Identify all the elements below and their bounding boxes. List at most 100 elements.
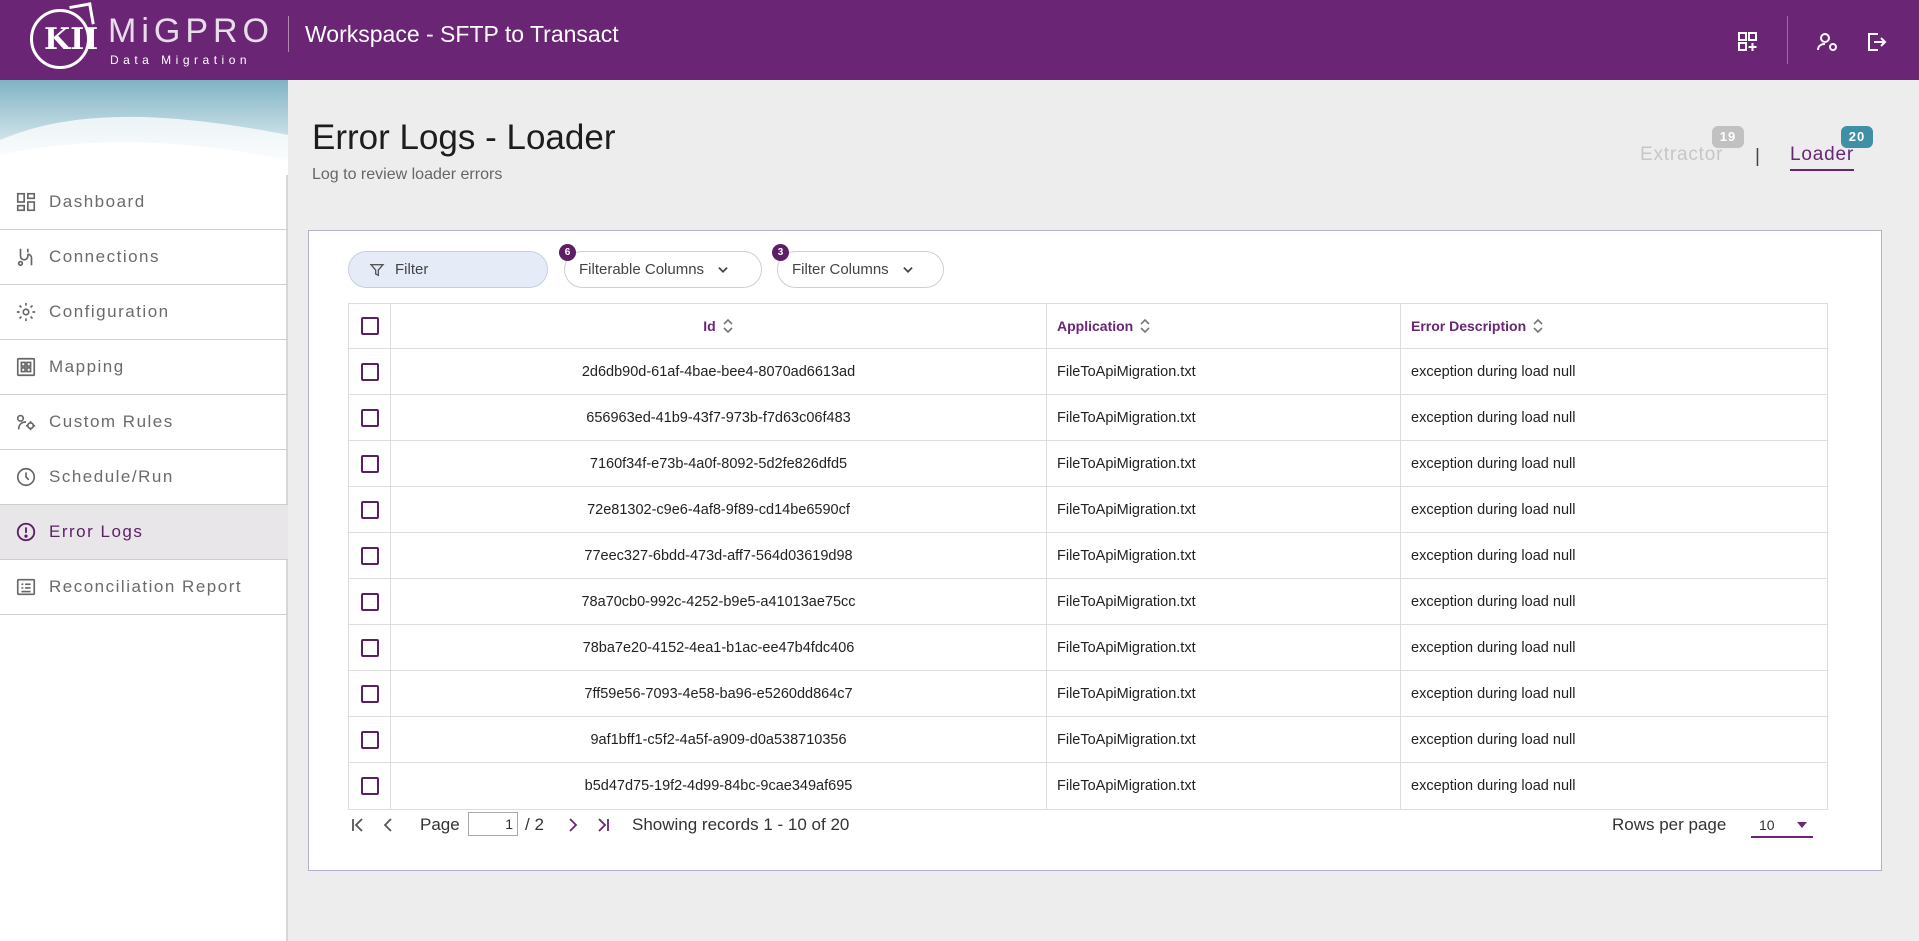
filter-columns-dropdown[interactable]: 3 Filter Columns (772, 244, 944, 288)
table-row[interactable]: 78a70cb0-992c-4252-b9e5-a41013ae75cc Fil… (349, 579, 1827, 625)
sidebar-item-reconciliation-report[interactable]: Reconciliation Report (0, 560, 288, 615)
application-text: FileToApiMigration.txt (1057, 778, 1196, 794)
page-subtitle: Log to review loader errors (312, 166, 503, 183)
cell-error-description: exception during load null (1401, 763, 1827, 809)
sort-icon (723, 318, 733, 334)
row-checkbox-cell (349, 395, 391, 440)
logout-icon[interactable] (1864, 30, 1888, 54)
application-text: FileToApiMigration.txt (1057, 639, 1196, 656)
error-text: exception during load null (1411, 409, 1576, 426)
user-settings-icon[interactable] (1815, 30, 1839, 54)
sidebar-item-label: Schedule/Run (49, 467, 174, 486)
sidebar-item-label: Configuration (49, 302, 170, 321)
application-text: FileToApiMigration.txt (1057, 593, 1196, 610)
row-checkbox-cell (349, 533, 391, 578)
rows-per-page-select[interactable]: 10 (1751, 814, 1813, 838)
row-checkbox-cell (349, 487, 391, 532)
caret-down-icon (1797, 822, 1807, 828)
next-page-icon[interactable] (563, 815, 583, 835)
table-row[interactable]: 78ba7e20-4152-4ea1-b1ac-ee47b4fdc406 Fil… (349, 625, 1827, 671)
row-checkbox[interactable] (360, 546, 379, 565)
filter-input[interactable]: Filter (348, 251, 548, 288)
previous-page-icon[interactable] (378, 815, 398, 835)
cell-id: 9af1bff1-c5f2-4a5f-a909-d0a538710356 (391, 717, 1047, 762)
column-header-application[interactable]: Application (1047, 304, 1401, 348)
table-row[interactable]: 77eec327-6bdd-473d-aff7-564d03619d98 Fil… (349, 533, 1827, 579)
sidebar-item-mapping[interactable]: Mapping (0, 340, 288, 395)
sidebar-item-dashboard[interactable]: Dashboard (0, 175, 288, 230)
column-header-error-description[interactable]: Error Description (1401, 304, 1827, 348)
row-checkbox[interactable] (360, 684, 379, 703)
table-row[interactable]: 72e81302-c9e6-4af8-9f89-cd14be6590cf Fil… (349, 487, 1827, 533)
cell-error-description: exception during load null (1401, 671, 1827, 716)
top-header-bar: KII MiGPRO Data Migration Workspace - SF… (0, 0, 1919, 80)
row-checkbox[interactable] (360, 408, 379, 427)
row-checkbox-cell (349, 763, 391, 809)
row-checkbox-cell (349, 717, 391, 762)
sidebar-item-configuration[interactable]: Configuration (0, 285, 288, 340)
brand-subtitle: Data Migration (110, 53, 252, 67)
sidebar-item-connections[interactable]: Connections (0, 230, 288, 285)
table-row[interactable]: 9af1bff1-c5f2-4a5f-a909-d0a538710356 Fil… (349, 717, 1827, 763)
extractor-count-badge: 19 (1712, 126, 1744, 148)
cell-error-description: exception during load null (1401, 579, 1827, 624)
sidebar-item-error-logs[interactable]: Error Logs (0, 505, 288, 560)
records-summary: Showing records 1 - 10 of 20 (632, 815, 850, 834)
add-widget-icon[interactable] (1736, 30, 1760, 54)
chevron-down-icon (718, 266, 728, 273)
filterable-columns-dropdown[interactable]: 6 Filterable Columns (559, 244, 762, 288)
id-text: 7ff59e56-7093-4e58-ba96-e5260dd864c7 (584, 685, 853, 702)
last-page-icon[interactable] (593, 815, 613, 835)
row-checkbox[interactable] (360, 777, 379, 795)
application-text: FileToApiMigration.txt (1057, 363, 1196, 380)
error-text: exception during load null (1411, 455, 1576, 472)
row-checkbox[interactable] (360, 730, 379, 749)
total-pages: / 2 (525, 815, 544, 834)
sidebar-item-schedule-run[interactable]: Schedule/Run (0, 450, 288, 505)
header-divider (288, 16, 289, 52)
report-icon (16, 578, 36, 596)
error-logs-panel: Filter 6 Filterable Columns 3 Filter Col… (308, 230, 1882, 871)
row-checkbox-cell (349, 579, 391, 624)
cell-application: FileToApiMigration.txt (1047, 717, 1401, 762)
select-all-checkbox[interactable] (360, 317, 379, 335)
filterable-columns-label: Filterable Columns (579, 261, 705, 278)
application-text: FileToApiMigration.txt (1057, 409, 1196, 426)
table-row[interactable]: b5d47d75-19f2-4d99-84bc-9cae349af695 Fil… (349, 763, 1827, 809)
table-row[interactable]: 656963ed-41b9-43f7-973b-f7d63c06f483 Fil… (349, 395, 1827, 441)
row-checkbox[interactable] (360, 638, 379, 657)
cell-application: FileToApiMigration.txt (1047, 579, 1401, 624)
id-text: 656963ed-41b9-43f7-973b-f7d63c06f483 (586, 409, 851, 426)
error-text: exception during load null (1411, 547, 1576, 564)
error-text: exception during load null (1411, 639, 1576, 656)
column-header-id[interactable]: Id (391, 304, 1047, 348)
table-row[interactable]: 7160f34f-e73b-4a0f-8092-5d2fe826dfd5 Fil… (349, 441, 1827, 487)
cell-error-description: exception during load null (1401, 625, 1827, 670)
alert-circle-icon (16, 522, 36, 542)
id-text: 2d6db90d-61af-4bae-bee4-8070ad6613ad (581, 363, 856, 380)
column-header-label: Error Description (1411, 318, 1527, 334)
cell-error-description: exception during load null (1401, 395, 1827, 440)
row-checkbox[interactable] (360, 362, 379, 381)
tab-loader[interactable]: Loader (1790, 144, 1854, 171)
filter-columns-count-badge: 3 (772, 244, 789, 261)
table-row[interactable]: 2d6db90d-61af-4bae-bee4-8070ad6613ad Fil… (349, 349, 1827, 395)
tab-extractor[interactable]: Extractor (1640, 144, 1723, 166)
cell-application: FileToApiMigration.txt (1047, 625, 1401, 670)
rows-per-page-value: 10 (1759, 817, 1775, 833)
brand-name: MiGPRO (108, 12, 274, 50)
page-title: Error Logs - Loader (312, 118, 616, 157)
table-row[interactable]: 7ff59e56-7093-4e58-ba96-e5260dd864c7 Fil… (349, 671, 1827, 717)
cell-application: FileToApiMigration.txt (1047, 671, 1401, 716)
error-text: exception during load null (1411, 363, 1576, 380)
sidebar-item-custom-rules[interactable]: Custom Rules (0, 395, 288, 450)
sidebar: Dashboard Connections Configuration Mapp… (0, 80, 288, 941)
brand-logo: KII (30, 2, 98, 69)
page-number-input[interactable] (468, 812, 518, 836)
cell-id: 656963ed-41b9-43f7-973b-f7d63c06f483 (391, 395, 1047, 440)
row-checkbox[interactable] (360, 454, 379, 473)
row-checkbox[interactable] (360, 592, 379, 611)
row-checkbox[interactable] (360, 500, 379, 519)
first-page-icon[interactable] (348, 815, 368, 835)
rows-per-page-label: Rows per page (1612, 815, 1727, 834)
